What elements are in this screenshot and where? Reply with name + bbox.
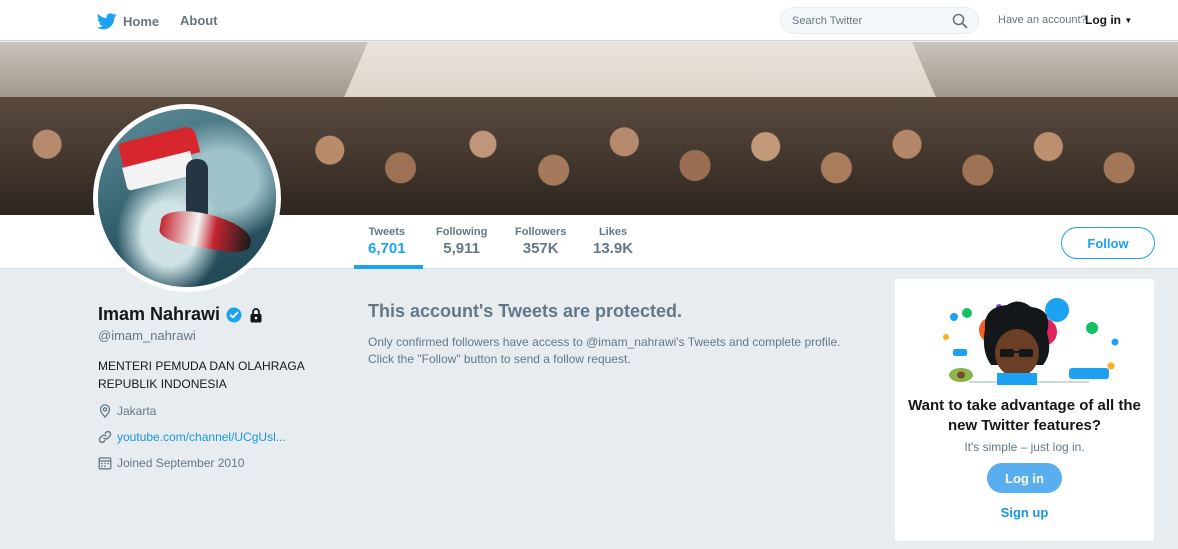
bio-line: MENTERI PEMUDA DAN OLAHRAGA: [98, 359, 305, 373]
stat-value: 357K: [522, 240, 559, 257]
follow-button[interactable]: Follow: [1061, 227, 1155, 259]
stat-value: 13.9K: [593, 240, 634, 257]
protected-title: This account's Tweets are protected.: [368, 301, 683, 321]
signup-link[interactable]: Sign up: [895, 505, 1154, 520]
profile-handle[interactable]: @imam_nahrawi: [98, 328, 196, 343]
lock-icon: [250, 307, 262, 322]
stat-label: Followers: [515, 226, 567, 238]
search-box[interactable]: [780, 7, 979, 34]
profile-website: youtube.com/channel/UCgUsl...: [98, 430, 286, 444]
search-icon[interactable]: [952, 13, 968, 29]
joined-text: Joined September 2010: [117, 456, 245, 470]
login-promo-card: Want to take advantage of all the new Tw…: [895, 279, 1154, 541]
verified-badge-icon: [226, 307, 242, 322]
location-text: Jakarta: [117, 404, 157, 418]
protected-text-line: Only confirmed followers have access to …: [368, 335, 841, 349]
top-nav: Home About Have an account? Log in ▼: [0, 0, 1178, 41]
login-label: Log in: [1085, 13, 1121, 27]
location-pin-icon: [99, 404, 111, 418]
stat-value: 5,911: [443, 240, 481, 257]
website-link[interactable]: youtube.com/channel/UCgUsl...: [117, 430, 286, 444]
promo-subtitle: It's simple – just log in.: [964, 440, 1085, 454]
profile-joined: Joined September 2010: [98, 456, 244, 470]
have-account-text: Have an account?: [998, 14, 1087, 26]
protected-description: Only confirmed followers have access to …: [368, 334, 868, 368]
promo-illustration: [943, 298, 1119, 385]
profile-location: Jakarta: [98, 404, 156, 418]
search-input[interactable]: [792, 14, 942, 27]
nav-home-label: Home: [123, 13, 160, 29]
stat-value: 6,701: [368, 240, 406, 257]
nav-about-link[interactable]: About: [180, 13, 218, 28]
caret-down-icon: ▼: [1124, 16, 1133, 25]
twitter-bird-icon: [97, 12, 117, 29]
bio-line: REPUBLIK INDONESIA: [98, 377, 227, 391]
login-dropdown[interactable]: Log in ▼: [1085, 13, 1132, 27]
stat-tweets[interactable]: Tweets 6,701: [368, 226, 406, 257]
protected-text-line: Click the "Follow" button to send a foll…: [368, 352, 631, 366]
active-tab-indicator: [354, 265, 423, 269]
card-login-button[interactable]: Log in: [987, 463, 1062, 493]
stat-label: Likes: [598, 226, 628, 238]
calendar-icon: [98, 457, 112, 470]
stat-label: Tweets: [368, 226, 406, 238]
nav-home[interactable]: Home: [97, 11, 159, 31]
stat-following[interactable]: Following 5,911: [436, 226, 487, 257]
stat-likes[interactable]: Likes 13.9K: [593, 226, 633, 257]
profile-name-row: Imam Nahrawi: [98, 304, 264, 325]
link-icon: [98, 430, 112, 444]
avatar[interactable]: [93, 104, 281, 292]
stat-followers[interactable]: Followers 357K: [515, 226, 566, 257]
profile-bio: MENTERI PEMUDA DAN OLAHRAGA REPUBLIK IND…: [98, 357, 338, 393]
promo-title: Want to take advantage of all the new Tw…: [908, 397, 1141, 434]
profile-name[interactable]: Imam Nahrawi: [98, 304, 220, 325]
stat-label: Following: [436, 226, 488, 238]
